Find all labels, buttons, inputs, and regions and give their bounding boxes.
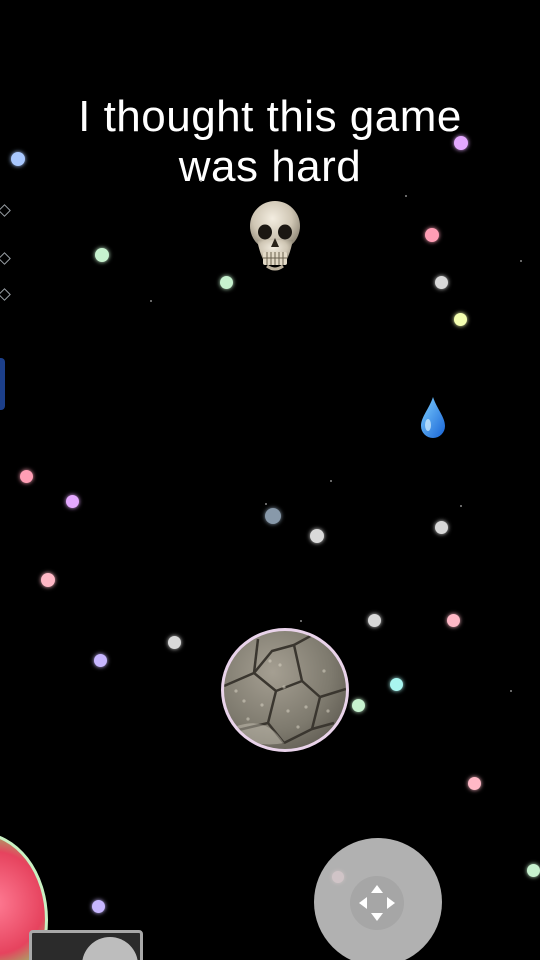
food-pellet (167, 635, 181, 649)
sparkle (150, 300, 152, 302)
food-pellet (454, 136, 468, 150)
food-pellet (351, 698, 365, 712)
side-panel-handle[interactable] (0, 358, 5, 410)
food-pellet (91, 899, 105, 913)
sparkle (200, 180, 202, 182)
sparkle (405, 195, 407, 197)
four-way-arrows-icon (359, 885, 395, 921)
diamond-indicator-icon (0, 252, 11, 265)
sparkle (510, 690, 512, 692)
player-cell[interactable] (221, 628, 349, 752)
sparkle (330, 480, 332, 482)
food-pellet (310, 529, 324, 543)
sparkle (460, 505, 462, 507)
water-drop-icon (421, 397, 445, 438)
food-pellet (526, 863, 540, 877)
food-pellet (19, 469, 33, 483)
food-pellet (425, 228, 439, 242)
skull-icon (250, 201, 300, 271)
food-pellet (367, 613, 381, 627)
diamond-indicator-icon (0, 204, 11, 217)
action-button-knob (82, 937, 138, 960)
food-pellet (446, 613, 460, 627)
diamond-indicator-icon (0, 288, 11, 301)
food-pellet (93, 653, 107, 667)
food-pellet (453, 312, 467, 326)
food-pellet (434, 275, 448, 289)
food-pellet (219, 275, 233, 289)
game-viewport[interactable]: I thought this game was hard (0, 0, 540, 960)
sparkle (300, 620, 302, 622)
food-pellet (467, 776, 481, 790)
food-pellet (434, 520, 448, 534)
food-pellet (41, 573, 55, 587)
sparkle (520, 260, 522, 262)
sparkle (265, 503, 267, 505)
action-button[interactable] (29, 930, 143, 960)
food-pellet (65, 494, 79, 508)
joystick-knob[interactable] (350, 876, 404, 930)
caption-line-1: I thought this game (78, 92, 462, 141)
food-pellet (389, 677, 403, 691)
food-pellet (265, 508, 281, 524)
food-pellet (11, 152, 25, 166)
food-pellet (95, 248, 109, 262)
